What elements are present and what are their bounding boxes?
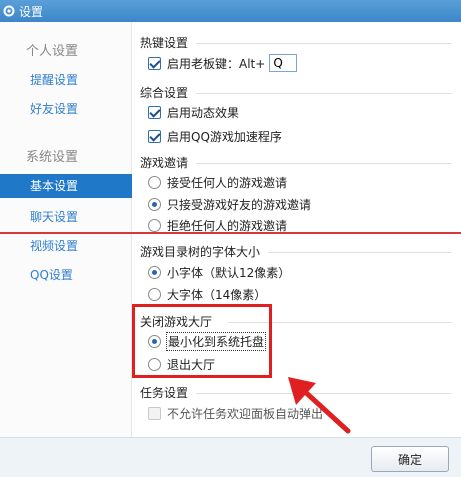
gear-icon xyxy=(3,5,15,17)
invite-radio-anyone[interactable] xyxy=(148,176,161,189)
sidebar-item-qq[interactable]: QQ设置 xyxy=(30,266,73,283)
annotation-arrow-icon xyxy=(288,377,351,434)
bottom-bar: 确定 xyxy=(0,437,461,477)
fontsize-option-row: 大字体（14像素） xyxy=(148,286,266,303)
section-title-fontsize: 游戏目录树的字体大小 xyxy=(140,245,261,259)
invite-label-anyone: 接受任何人的游戏邀请 xyxy=(167,176,288,190)
sidebar-item-reminder[interactable]: 提醒设置 xyxy=(30,71,78,88)
fontsize-label-large: 大字体（14像素） xyxy=(167,288,267,302)
section-title-general: 综合设置 xyxy=(140,86,189,100)
boss-key-label: 启用老板键：Alt+ xyxy=(167,56,266,71)
sidebar-item-friends[interactable]: 好友设置 xyxy=(30,100,78,117)
section-divider xyxy=(196,93,451,94)
sidebar-group-system: 系统设置 xyxy=(26,150,79,165)
dynamic-effects-label: 启用动态效果 xyxy=(167,106,240,120)
sidebar-item-chat[interactable]: 聊天设置 xyxy=(30,208,78,225)
sidebar: 个人设置 提醒设置 好友设置 系统设置 基本设置 聊天设置 视频设置 QQ设置 xyxy=(0,22,132,437)
fontsize-label-small: 小字体（默认12像素） xyxy=(167,266,291,280)
section-divider xyxy=(196,163,451,164)
invite-option-row: 只接受游戏好友的游戏邀请 xyxy=(148,196,311,213)
accelerator-label: 启用QQ游戏加速程序 xyxy=(167,130,282,144)
section-title-task: 任务设置 xyxy=(140,386,189,400)
invite-radio-friends[interactable] xyxy=(148,198,161,211)
boss-key-input[interactable] xyxy=(269,54,298,72)
accelerator-checkbox[interactable] xyxy=(148,130,161,143)
sidebar-item-basic[interactable]: 基本设置 xyxy=(0,174,132,198)
annotation-red-line xyxy=(0,232,461,234)
section-title-hotkey: 热键设置 xyxy=(140,36,189,50)
boss-key-checkbox[interactable] xyxy=(148,56,161,70)
fontsize-option-row: 小字体（默认12像素） xyxy=(148,264,290,281)
sidebar-item-video[interactable]: 视频设置 xyxy=(30,237,78,254)
dynamic-effects-row: 启用动态效果 xyxy=(148,104,239,121)
fontsize-radio-large[interactable] xyxy=(148,288,161,301)
sidebar-group-personal: 个人设置 xyxy=(26,44,79,59)
boss-key-row: 启用老板键：Alt+ xyxy=(148,54,298,72)
section-title-invite: 游戏邀请 xyxy=(140,156,189,170)
section-divider xyxy=(196,43,451,44)
invite-label-friends: 只接受游戏好友的游戏邀请 xyxy=(167,198,312,212)
accelerator-row: 启用QQ游戏加速程序 xyxy=(148,128,282,145)
invite-option-row: 接受任何人的游戏邀请 xyxy=(148,174,287,191)
window-title: 设置 xyxy=(19,4,44,19)
title-bar: 设置 xyxy=(0,0,461,22)
annotation-highlight-box xyxy=(132,304,272,378)
section-divider xyxy=(268,252,451,253)
ok-button[interactable]: 确定 xyxy=(371,446,449,472)
task-popup-checkbox[interactable] xyxy=(148,407,161,420)
invite-radio-refuse[interactable] xyxy=(148,219,161,232)
dynamic-effects-checkbox[interactable] xyxy=(148,106,161,119)
fontsize-radio-small[interactable] xyxy=(148,266,161,279)
